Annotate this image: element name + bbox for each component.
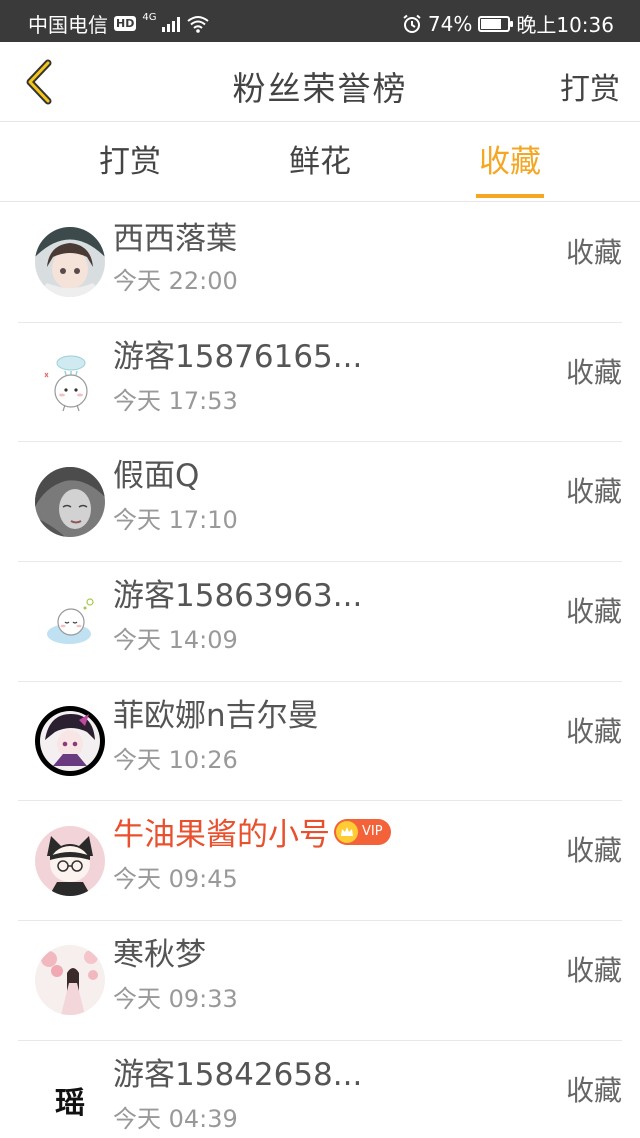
fan-action: 收藏	[565, 595, 622, 629]
list-item[interactable]: 菲欧娜n吉尔曼 今天 10:26 收藏	[18, 682, 622, 802]
status-bar-right: 74% 晚上10:36	[402, 9, 614, 38]
vip-label: VIP	[362, 824, 383, 840]
avatar[interactable]	[35, 706, 105, 777]
tab-favorites[interactable]: 收藏	[440, 122, 580, 202]
fan-name: 寒秋梦	[113, 937, 206, 974]
fan-action: 收藏	[565, 954, 622, 988]
tab-indicator	[476, 194, 544, 198]
fan-action: 收藏	[565, 355, 622, 389]
battery-level	[481, 18, 501, 29]
status-bar: 中国电信 HD 4G 74% 晚上10:36	[0, 0, 640, 42]
fan-time: 今天 04:39	[113, 1104, 238, 1133]
list-item[interactable]: 瑶 游客15842658... 今天 04:39 收藏	[18, 1041, 622, 1138]
fan-name: 西西落葉	[113, 221, 237, 257]
fan-action: 收藏	[565, 1073, 622, 1107]
fan-time: 今天 17:53	[113, 386, 238, 415]
signal-icon	[162, 16, 181, 32]
fan-action: 收藏	[565, 834, 622, 868]
list-item[interactable]: 寒秋梦 今天 09:33 收藏	[18, 921, 622, 1041]
glasses-character-avatar-icon	[35, 825, 105, 896]
cherry-blossom-avatar-icon	[35, 945, 105, 1016]
calligraphy-avatar-text: 瑶	[55, 1086, 85, 1122]
anime-girl-avatar-icon	[35, 227, 105, 298]
tab-bar: 打赏 鲜花 收藏	[0, 122, 640, 202]
avatar[interactable]	[35, 466, 105, 537]
fan-name: 游客15876165...	[113, 338, 363, 375]
wifi-icon	[187, 15, 210, 33]
tab-favorites-label: 收藏	[479, 144, 541, 180]
carrier-label: 中国电信	[28, 13, 108, 37]
list-item[interactable]: 游客15863963... 今天 14:09 收藏	[18, 562, 622, 682]
hd-badge: HD	[114, 16, 137, 31]
nav-header: 粉丝荣誉榜 打赏	[0, 42, 640, 122]
avatar[interactable]	[35, 945, 105, 1016]
fan-action: 收藏	[565, 475, 622, 509]
vip-badge: VIP	[334, 818, 391, 845]
list-item[interactable]: 西西落葉 今天 22:00 收藏	[18, 203, 622, 323]
fan-time: 今天 09:45	[113, 865, 238, 894]
status-bar-left: 中国电信 HD 4G	[28, 9, 210, 38]
cloud-character-avatar-icon	[35, 347, 105, 418]
fan-time: 今天 09:33	[113, 985, 238, 1014]
fan-name: 游客15863963...	[113, 578, 363, 615]
grayscale-portrait-avatar-icon	[35, 466, 105, 537]
fan-time: 今天 10:26	[113, 745, 238, 774]
tab-flowers[interactable]: 鲜花	[250, 122, 390, 202]
sleeping-character-avatar-icon	[35, 586, 105, 657]
list-item[interactable]: 牛油果酱的小号 VIP 今天 09:45 收藏	[18, 801, 622, 922]
battery-icon	[478, 15, 514, 32]
list-item[interactable]: 游客15876165... 今天 17:53 收藏	[18, 323, 622, 443]
fan-list: 西西落葉 今天 22:00 收藏 游客15876165... 今天 17:53 …	[0, 203, 640, 1138]
network-type: 4G	[142, 12, 157, 23]
avatar[interactable]	[35, 586, 105, 657]
reward-button[interactable]: 打赏	[560, 64, 620, 108]
fan-action: 收藏	[565, 714, 622, 748]
alarm-icon	[403, 14, 421, 33]
avatar[interactable]	[35, 227, 105, 298]
fan-name: 牛油果酱的小号 VIP	[113, 809, 391, 854]
avatar[interactable]: 瑶	[35, 1065, 105, 1136]
tab-reward[interactable]: 打赏	[60, 122, 200, 202]
fan-time: 今天 22:00	[113, 267, 238, 295]
dark-anime-avatar-icon	[35, 706, 105, 777]
fan-name: 菲欧娜n吉尔曼	[113, 697, 319, 734]
clock: 晚上10:36	[516, 13, 614, 37]
fan-action: 收藏	[565, 236, 622, 269]
avatar[interactable]	[35, 347, 105, 418]
list-item[interactable]: 假面Q 今天 17:10 收藏	[18, 442, 622, 563]
fan-time: 今天 14:09	[113, 626, 238, 655]
battery-percent: 74%	[427, 11, 473, 36]
page-title: 粉丝荣誉榜	[232, 69, 408, 108]
crown-icon	[336, 820, 358, 843]
fan-name: 游客15842658...	[113, 1056, 363, 1093]
avatar[interactable]	[35, 825, 105, 896]
fan-name: 假面Q	[113, 458, 200, 495]
fan-name-text: 牛油果酱的小号	[113, 817, 330, 854]
fan-time: 今天 17:10	[113, 506, 238, 535]
